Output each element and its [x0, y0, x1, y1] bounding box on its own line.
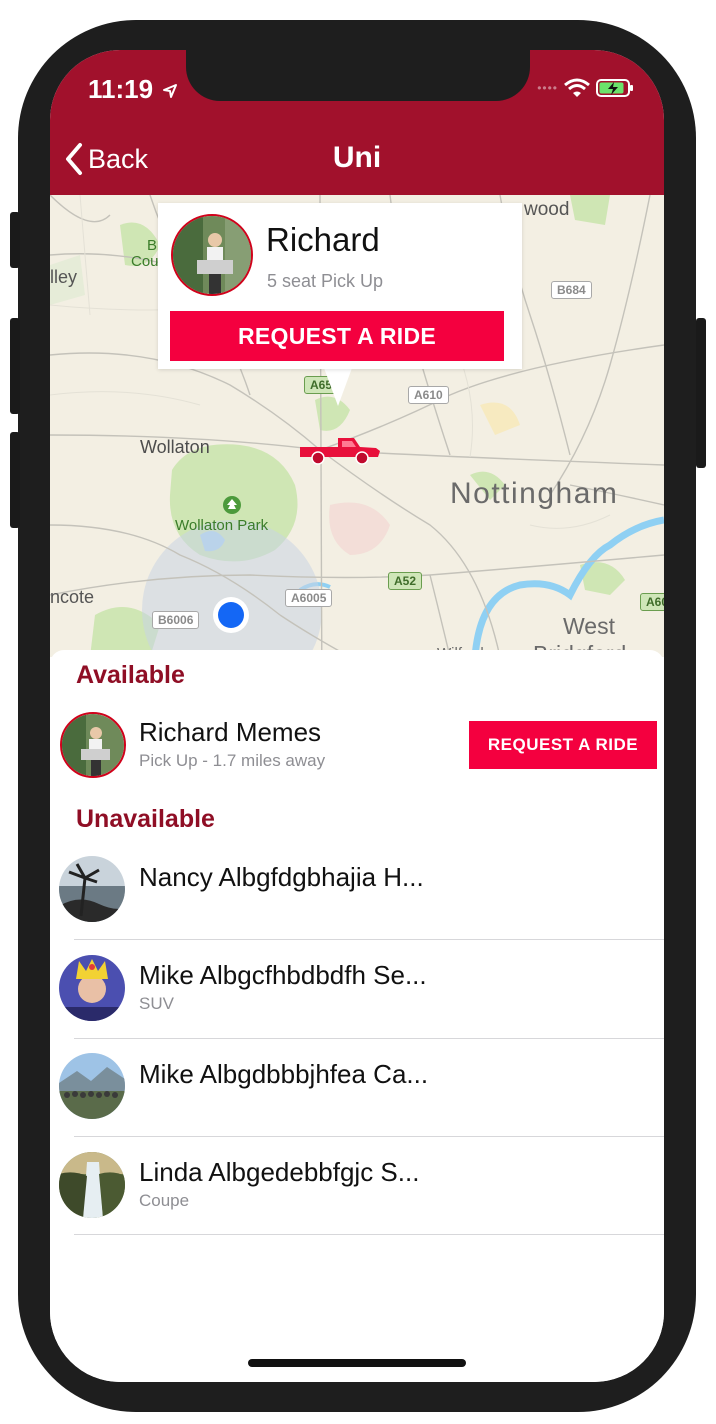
home-indicator[interactable] — [248, 1359, 466, 1367]
map-label-west: West — [563, 613, 615, 639]
battery-charging-icon — [596, 79, 633, 97]
driver-callout[interactable]: Richard 5 seat Pick Up REQUEST A RIDE — [158, 203, 522, 369]
wifi-icon — [564, 78, 590, 97]
driver-avatar — [59, 1053, 125, 1119]
screen: 11:19 •••• Back Uni Wollaton Wollaton Pa… — [50, 50, 664, 1382]
request-ride-button[interactable]: REQUEST A RIDE — [469, 721, 657, 769]
driver-avatar — [59, 1152, 125, 1218]
driver-vehicle: Coupe — [139, 1191, 190, 1210]
driver-distance: Pick Up - 1.7 miles away — [139, 751, 326, 770]
map-label-wollaton: Wollaton — [140, 437, 210, 457]
driver-name: Nancy Albgfdgbhajia H... — [139, 862, 424, 892]
callout-request-ride-button[interactable]: REQUEST A RIDE — [170, 311, 504, 361]
status-time: 11:19 — [88, 74, 178, 105]
driver-name: Richard Memes — [139, 717, 322, 747]
volume-down-button — [10, 432, 20, 528]
map-view[interactable]: Wollaton Wollaton Park Nottingham West B… — [50, 195, 664, 657]
pickup-truck-icon[interactable] — [298, 435, 382, 467]
palm-tree-photo-icon — [59, 856, 125, 922]
road-sign-a60: A60 — [640, 593, 664, 611]
driver-avatar — [59, 955, 125, 1021]
driver-name: Linda Albgedebbfgjc S... — [139, 1157, 420, 1187]
location-arrow-icon — [163, 84, 178, 99]
status-icons: •••• — [537, 78, 634, 98]
list-divider — [74, 1234, 664, 1235]
driver-vehicle: SUV — [139, 994, 174, 1013]
volume-up-button — [10, 318, 20, 414]
group-photo-icon — [59, 1053, 125, 1119]
power-button — [696, 318, 706, 468]
driver-avatar — [171, 214, 253, 296]
road-sign-b6006: B6006 — [152, 611, 200, 629]
signal-dots-icon: •••• — [537, 81, 558, 95]
map-label-cou: Cou — [131, 253, 159, 270]
map-label-wood: wood — [524, 199, 570, 220]
driver-name: Mike Albgdbbbjhfea Ca... — [139, 1059, 429, 1089]
road-sign-a610: A610 — [408, 386, 449, 404]
map-label-nottingham: Nottingham — [450, 477, 619, 510]
map-label-wollaton-park: Wollaton Park — [175, 517, 269, 534]
driver-name: Mike Albgcfhbdbdfh Se... — [139, 960, 427, 990]
person-photo-icon — [173, 216, 251, 294]
person-crown-photo-icon — [59, 955, 125, 1021]
person-photo-icon — [62, 714, 124, 776]
map-label-ncote: ncote — [50, 587, 95, 607]
user-location-dot-icon — [213, 597, 249, 633]
map-label-b: B — [147, 237, 158, 254]
driver-avatar — [60, 712, 126, 778]
page-title: Uni — [332, 141, 382, 174]
callout-pointer — [324, 368, 352, 406]
road-sign-a6005: A6005 — [285, 589, 333, 607]
park-icon — [223, 496, 241, 514]
status-time-text: 11:19 — [88, 74, 154, 104]
road-sign-a52: A52 — [388, 572, 423, 590]
callout-vehicle-info: 5 seat Pick Up — [267, 271, 384, 291]
notch — [186, 50, 530, 101]
road-sign-b684: B684 — [551, 281, 592, 299]
driver-avatar — [59, 856, 125, 922]
waterfall-photo-icon — [59, 1152, 125, 1218]
map-label-lley: lley — [50, 267, 78, 287]
callout-driver-name: Richard — [266, 221, 380, 258]
unavailable-section-title: Unavailable — [76, 805, 215, 833]
available-section-title: Available — [76, 661, 185, 689]
mute-switch — [10, 212, 20, 268]
